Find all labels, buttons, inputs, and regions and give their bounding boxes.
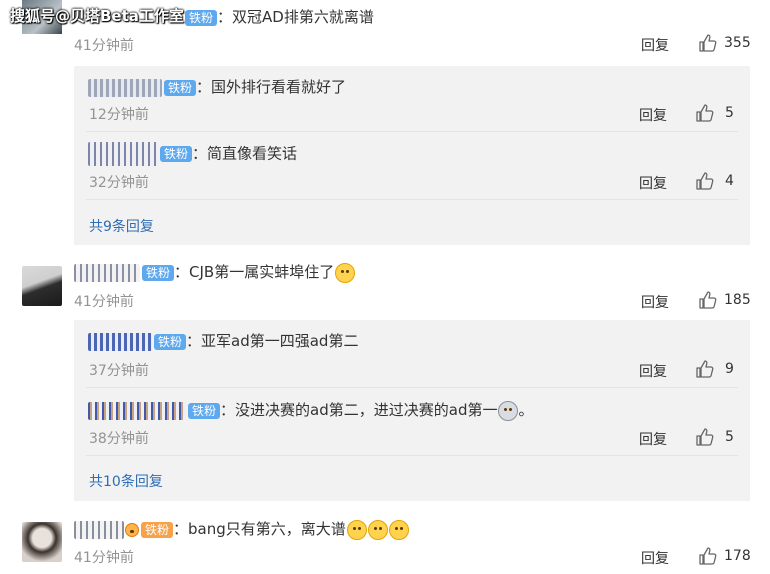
like-icon[interactable] — [695, 427, 715, 447]
colon: ： — [174, 263, 190, 281]
fan-badge[interactable]: 铁粉 — [141, 521, 174, 538]
fan-badge[interactable]: 铁粉 — [154, 333, 187, 350]
like-count: 178 — [724, 548, 751, 564]
emoji-icon — [388, 519, 409, 540]
comment-2-line: 铁粉 ：CJB第一属实蚌埠住了 — [74, 262, 356, 283]
reply-time: 32分钟前 — [89, 175, 149, 191]
emoji-icon — [335, 262, 356, 283]
username-blurred[interactable] — [74, 520, 124, 539]
reply-text-suffix: 。 — [518, 401, 534, 419]
reply-text: 简直像看笑话 — [207, 144, 298, 163]
like-count: 355 — [724, 35, 751, 51]
emoji-icon — [498, 400, 519, 421]
like-count: 4 — [725, 173, 734, 189]
fan-badge[interactable]: 铁粉 — [142, 264, 175, 281]
like-count: 185 — [724, 292, 751, 308]
reply-button[interactable]: 回复 — [639, 105, 667, 125]
avatar[interactable] — [22, 266, 62, 306]
comment-text: bang只有第六，离大谱 — [188, 520, 346, 538]
fan-badge[interactable]: 铁粉 — [160, 146, 193, 162]
emoji-icon — [367, 519, 388, 540]
view-more-replies-link[interactable]: 共10条回复 — [89, 471, 163, 491]
reply-text: 国外排行看看就好了 — [211, 78, 347, 96]
reply-text: 没进决赛的ad第二，进过决赛的ad第一 — [235, 401, 498, 419]
emoji-icon — [125, 522, 139, 537]
divider — [86, 131, 738, 132]
like-count: 9 — [725, 361, 734, 377]
colon: ： — [186, 332, 202, 350]
reply-button[interactable]: 回复 — [641, 292, 669, 312]
divider — [86, 387, 738, 388]
comment-time: 41分钟前 — [74, 294, 134, 310]
reply-line: 铁粉 ：没进决赛的ad第二，进过决赛的ad第一 。 — [88, 400, 533, 421]
like-count: 5 — [725, 105, 734, 121]
comment-1-line: 铁粉 ：双冠AD排第六就离谱 — [183, 7, 374, 27]
reply-time: 38分钟前 — [89, 431, 149, 447]
username-blurred[interactable] — [88, 332, 152, 351]
colon: ： — [220, 401, 236, 419]
colon: ： — [196, 78, 212, 96]
avatar[interactable] — [22, 522, 62, 562]
like-icon[interactable] — [695, 103, 715, 123]
reply-thread: 铁粉 ：国外排行看看就好了 12分钟前 回复 5 铁粉 ：简直像看笑话 32分钟前 … — [74, 66, 750, 245]
reply-time: 12分钟前 — [89, 107, 149, 123]
username-blurred[interactable] — [88, 401, 186, 420]
fan-badge[interactable]: 铁粉 — [185, 9, 218, 26]
divider — [86, 455, 738, 456]
like-icon[interactable] — [698, 290, 718, 310]
like-icon[interactable] — [698, 546, 718, 566]
username-blurred[interactable] — [88, 142, 158, 166]
colon: ： — [192, 144, 208, 163]
comment-text: 双冠AD排第六就离谱 — [232, 8, 374, 26]
reply-line: 铁粉 ：亚军ad第一四强ad第二 — [88, 331, 358, 351]
reply-thread: 铁粉 ：亚军ad第一四强ad第二 37分钟前 回复 9 铁粉 ：没进决赛的ad第二，… — [74, 320, 750, 501]
comment-time: 41分钟前 — [74, 38, 134, 54]
reply-button[interactable]: 回复 — [641, 35, 669, 55]
reply-line: 铁粉 ：国外排行看看就好了 — [88, 77, 346, 97]
reply-text: 亚军ad第一四强ad第二 — [201, 332, 359, 350]
like-icon[interactable] — [695, 359, 715, 379]
divider — [86, 199, 738, 200]
comment-text: CJB第一属实蚌埠住了 — [189, 263, 335, 281]
like-icon[interactable] — [695, 171, 715, 191]
fan-badge[interactable]: 铁粉 — [164, 79, 197, 96]
reply-time: 37分钟前 — [89, 363, 149, 379]
view-more-replies-link[interactable]: 共9条回复 — [89, 216, 154, 236]
emoji-icon — [346, 519, 367, 540]
like-icon[interactable] — [698, 33, 718, 53]
fan-badge[interactable]: 铁粉 — [188, 402, 221, 419]
reply-button[interactable]: 回复 — [641, 548, 669, 568]
reply-button[interactable]: 回复 — [639, 361, 667, 381]
like-count: 5 — [725, 429, 734, 445]
comment-time: 41分钟前 — [74, 550, 134, 566]
colon: ： — [173, 520, 189, 538]
username-blurred[interactable] — [74, 263, 140, 282]
reply-button[interactable]: 回复 — [639, 429, 667, 449]
reply-line: 铁粉 ：简直像看笑话 — [88, 142, 297, 166]
username-blurred[interactable] — [88, 78, 162, 97]
comment-3-line: 铁粉 ：bang只有第六，离大谱 — [74, 519, 409, 540]
reply-button[interactable]: 回复 — [639, 173, 667, 193]
watermark: 搜狐号@贝塔Beta工作室 — [10, 7, 184, 25]
colon: ： — [217, 8, 233, 26]
